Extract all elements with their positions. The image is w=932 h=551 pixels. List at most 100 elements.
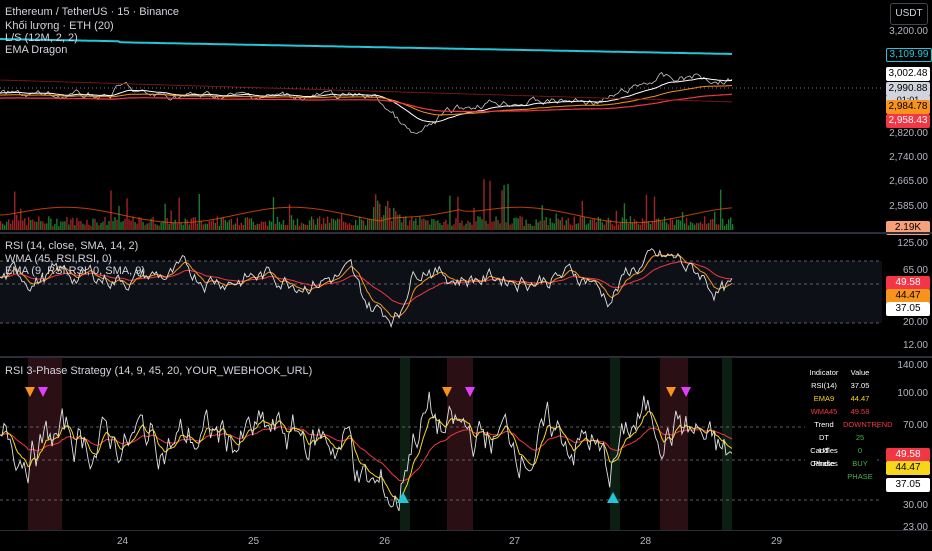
volume-bar <box>729 217 732 230</box>
volume-bar <box>218 225 220 230</box>
volume-bar <box>210 221 212 230</box>
strategy-scale[interactable]: 140.00 100.00 70.00 30.00 23.00 <box>882 358 932 533</box>
volume-bar <box>248 218 251 230</box>
volume-bar <box>607 217 610 230</box>
table-header-cell: Indicator <box>809 368 839 377</box>
rsi-tick: 12.00 <box>902 340 928 351</box>
volume-bar <box>671 219 674 230</box>
volume-bar <box>677 219 680 230</box>
volume-bar <box>236 217 239 230</box>
strategy-pane[interactable]: RSI 3-Phase Strategy (14, 9, 45, 20, YOU… <box>0 358 932 533</box>
volume-bar <box>12 220 14 230</box>
price-chart-area[interactable]: Ethereum / TetherUS · 15 · Binance Khối … <box>0 0 882 230</box>
volume-bar <box>587 223 590 230</box>
volume-bar <box>198 194 200 230</box>
symbol-title[interactable]: Ethereum / TetherUS · 15 · Binance <box>5 6 179 18</box>
volume-bar <box>505 222 507 230</box>
volume-bar <box>711 218 714 230</box>
volume-bar <box>106 224 108 230</box>
price-tick: 2,665.00 <box>889 176 928 187</box>
volume-bar <box>415 218 417 230</box>
volume-bar <box>563 225 565 230</box>
volume-bar <box>515 217 517 230</box>
volume-bar <box>732 224 734 230</box>
volume-bar <box>306 225 309 230</box>
volume-bar <box>176 223 178 230</box>
volume-bar <box>194 217 196 230</box>
volume-bar <box>110 190 112 230</box>
currency-button[interactable]: USDT <box>890 3 928 25</box>
strategy-legend[interactable]: RSI 3-Phase Strategy (14, 9, 45, 20, YOU… <box>5 365 312 377</box>
strategy-chart-area[interactable]: RSI 3-Phase Strategy (14, 9, 45, 20, YOU… <box>0 358 882 530</box>
volume-bar <box>679 220 682 230</box>
volume-bar <box>707 223 710 230</box>
volume-bar <box>312 219 315 230</box>
table-row: Phase BUY PHASE <box>805 457 877 481</box>
price-pane[interactable]: Ethereum / TetherUS · 15 · Binance Khối … <box>0 0 932 235</box>
volume-bar <box>190 218 192 230</box>
volume-bar <box>475 221 477 230</box>
volume-bar <box>244 217 247 230</box>
volume-bar <box>252 221 255 230</box>
volume-bar <box>713 211 716 230</box>
volume-bar <box>651 221 654 230</box>
volume-bar <box>278 221 281 230</box>
rsi-chart-area[interactable]: RSI (14, close, SMA, 14, 2) WMA (45, RSI… <box>0 234 882 354</box>
volume-bar <box>324 223 327 230</box>
volume-bar <box>258 223 261 230</box>
volume-bar <box>304 224 307 230</box>
volume-bar <box>495 216 497 230</box>
rsi-ema-label: 44.47 <box>886 289 930 303</box>
volume-bar <box>693 224 696 230</box>
volume-bar <box>391 220 393 230</box>
volume-bar <box>146 223 148 230</box>
volume-bar <box>74 225 76 230</box>
volume-bar <box>34 221 36 230</box>
ema-legend[interactable]: EMA (9, RSI,RSI, 0, SMA, 9) <box>5 265 145 277</box>
volume-bar <box>695 222 698 230</box>
volume-bar <box>655 218 658 230</box>
volume-bar <box>2 223 4 230</box>
wma-legend[interactable]: WMA (45, RSI,RSI, 0) <box>5 253 112 265</box>
volume-bar <box>222 216 225 230</box>
volume-bar <box>284 225 287 230</box>
volume-bar <box>559 220 561 230</box>
volume-bar <box>399 214 401 230</box>
volume-bar <box>348 223 351 230</box>
volume-bar <box>617 224 620 230</box>
volume-legend[interactable]: Khối lượng · ETH (20) <box>5 20 114 32</box>
red-price-label: 2,958.43 <box>886 114 930 128</box>
volume-bar <box>206 223 208 230</box>
volume-bar <box>342 221 345 230</box>
volume-bar <box>675 219 678 230</box>
volume-bar <box>178 197 180 230</box>
volume-bar <box>619 222 622 230</box>
volume-bar <box>463 225 465 230</box>
ema-dragon-legend[interactable]: EMA Dragon <box>5 44 67 56</box>
volume-bar <box>40 221 42 230</box>
volume-bar <box>423 218 425 230</box>
volume-bar <box>72 217 74 230</box>
volume-bar <box>164 203 166 230</box>
volume-bar <box>409 220 411 230</box>
white-price-label: 3,002.48 <box>886 67 930 81</box>
volume-bar <box>581 200 583 230</box>
volume-bar <box>569 224 571 230</box>
volume-bar <box>246 217 249 230</box>
time-axis[interactable]: 24 25 26 27 28 29 <box>0 530 932 551</box>
rsi-legend[interactable]: RSI (14, close, SMA, 14, 2) <box>5 240 138 252</box>
volume-bar <box>499 223 501 230</box>
rsi-pane[interactable]: RSI (14, close, SMA, 14, 2) WMA (45, RSI… <box>0 234 932 354</box>
volume-bar <box>687 225 690 230</box>
volume-bar <box>641 218 644 230</box>
volume-bar <box>100 222 102 230</box>
volume-bar <box>597 216 600 230</box>
volume-bar <box>310 216 313 230</box>
volume-bar <box>114 216 116 230</box>
volume-bar <box>533 225 535 230</box>
volume-bar <box>98 225 100 230</box>
volume-bar <box>316 218 319 230</box>
volume-bar <box>4 225 6 230</box>
volume-bar <box>547 224 549 230</box>
ls-legend[interactable]: L/S (12M, 2, 2) <box>5 32 78 44</box>
